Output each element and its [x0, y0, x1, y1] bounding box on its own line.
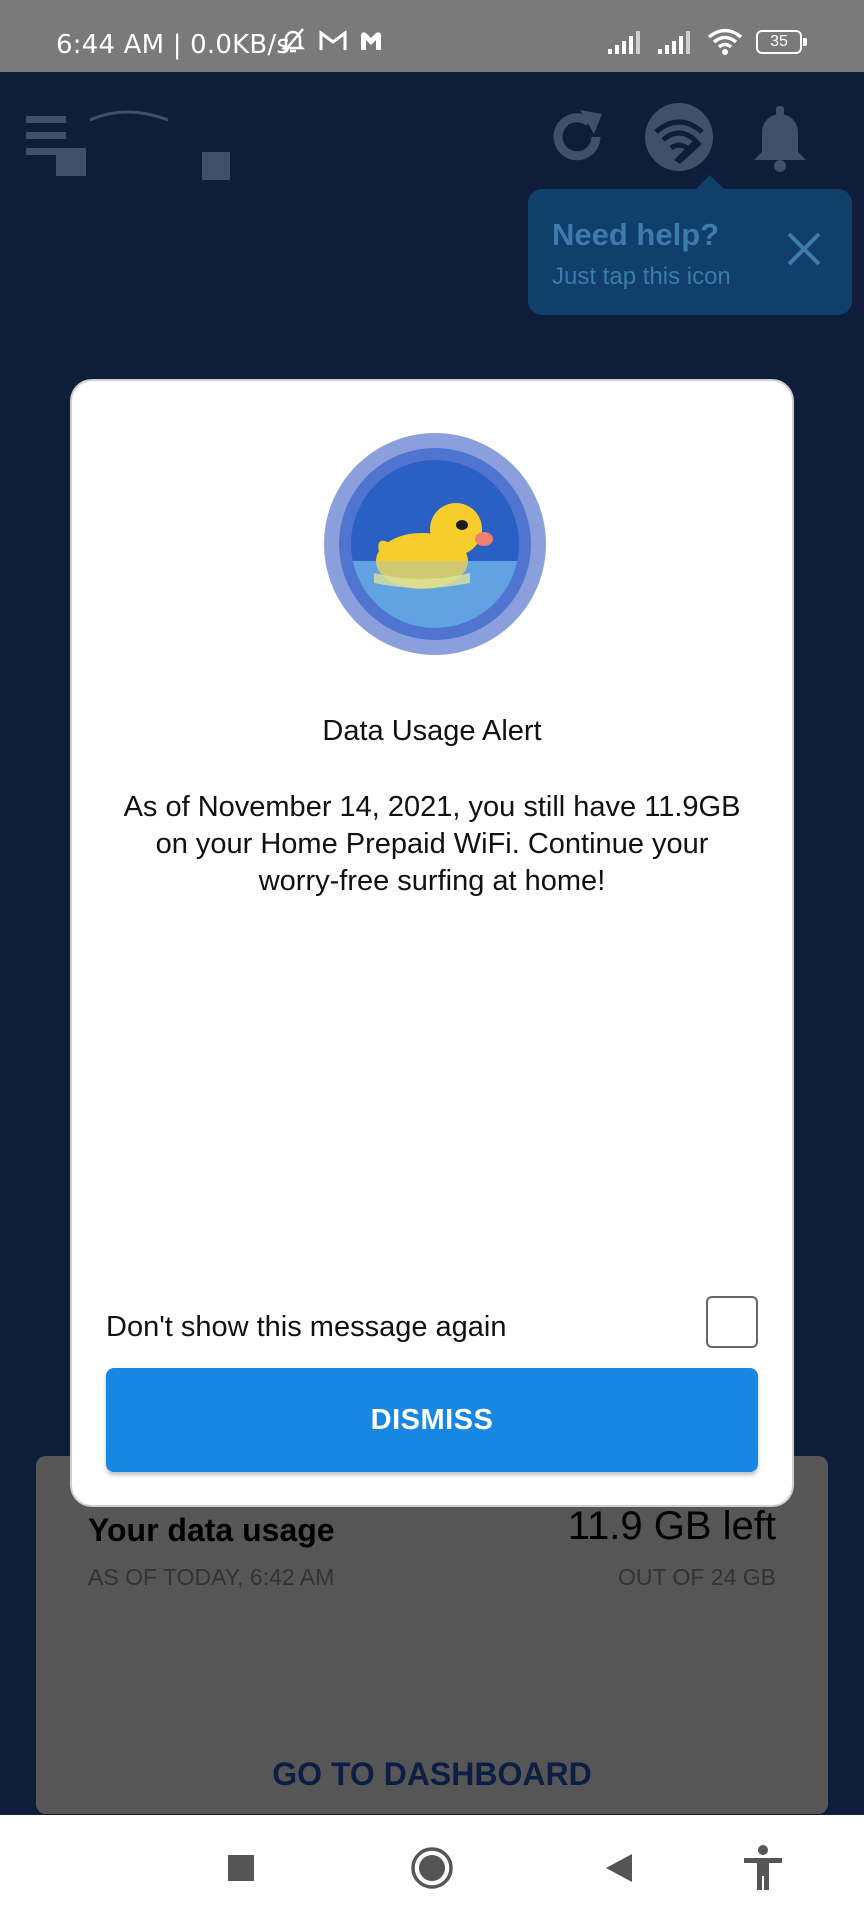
- app-header: [0, 72, 864, 192]
- dismiss-button[interactable]: DISMISS: [106, 1368, 758, 1472]
- data-usage-alert-dialog: Data Usage Alert As of November 14, 2021…: [72, 381, 792, 1505]
- wifi-icon: [707, 28, 743, 55]
- app-screen: 6:44 AM | 0.0KB/s 35 Need help? Just tap…: [0, 0, 864, 1920]
- dont-show-again-label: Don't show this message again: [106, 1311, 507, 1343]
- notification-bell-icon[interactable]: [748, 102, 812, 172]
- go-to-dashboard-link[interactable]: GO TO DASHBOARD: [36, 1756, 828, 1793]
- status-time: 6:44 AM | 0.0KB/s: [56, 30, 291, 60]
- status-notification-icons: [278, 26, 384, 56]
- dialog-message: As of November 14, 2021, you still have …: [123, 791, 741, 897]
- usage-total: OUT OF 24 GB: [617, 1564, 776, 1590]
- dialog-title: Data Usage Alert: [322, 715, 542, 747]
- dont-show-again-checkbox[interactable]: [706, 1296, 758, 1348]
- battery-level: 35: [770, 33, 788, 50]
- home-button[interactable]: [396, 1815, 468, 1920]
- refresh-icon[interactable]: [544, 104, 610, 170]
- close-icon[interactable]: [784, 229, 824, 269]
- data-usage-card: Your data usage AS OF TODAY, 6:42 AM 11.…: [36, 1456, 828, 1814]
- recents-icon: [228, 1854, 254, 1881]
- header-actions: [544, 102, 812, 172]
- battery-icon: 35: [756, 30, 807, 54]
- help-tooltip: Need help? Just tap this icon: [528, 175, 852, 315]
- back-icon: [606, 1853, 632, 1882]
- usage-remaining: 11.9 GB left: [567, 1504, 776, 1548]
- signal-2-icon: [658, 31, 690, 54]
- accessibility-icon: [744, 1844, 782, 1890]
- tooltip-subtitle: Just tap this icon: [552, 263, 731, 290]
- status-bar: 6:44 AM | 0.0KB/s 35: [0, 0, 864, 72]
- menu-icon[interactable]: [26, 108, 236, 208]
- usage-title: Your data usage: [88, 1512, 335, 1548]
- malwarebytes-icon: [361, 32, 381, 50]
- recents-button[interactable]: [206, 1815, 276, 1920]
- usage-as-of: AS OF TODAY, 6:42 AM: [88, 1564, 335, 1590]
- navigation-bar: [0, 1815, 864, 1920]
- duck-icon: [324, 433, 546, 655]
- mute-bell-icon: [280, 28, 306, 54]
- signal-1-icon: [608, 31, 640, 54]
- back-button[interactable]: [584, 1815, 654, 1920]
- gmail-icon: [319, 30, 347, 50]
- tooltip-title: Need help?: [552, 217, 720, 252]
- home-icon: [411, 1846, 453, 1889]
- status-system-icons: 35: [606, 28, 807, 56]
- wifi-help-icon[interactable]: [644, 102, 714, 172]
- accessibility-button[interactable]: [726, 1815, 800, 1920]
